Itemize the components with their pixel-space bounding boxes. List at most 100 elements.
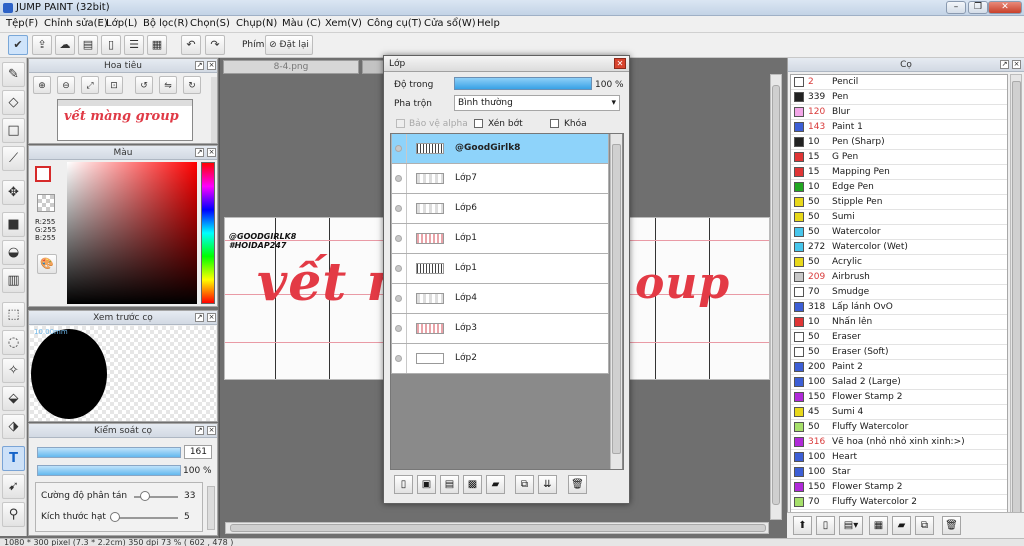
zoom-in-icon[interactable]: ⊕ [33,76,51,94]
comment-icon[interactable]: ☁ [55,35,75,55]
panel-close-icon[interactable]: × [207,313,216,322]
page-icon[interactable]: ▯ [101,35,121,55]
scroll-thumb[interactable] [1012,81,1021,521]
lasso-icon[interactable]: ◌ [2,330,25,355]
visibility-icon[interactable] [395,205,402,212]
brush-item[interactable]: 10 Pen (Sharp) [791,135,1007,150]
brush-item[interactable]: 100 Heart [791,450,1007,465]
grain-slider-track[interactable] [110,517,178,519]
brush-download-icon[interactable]: ⬆ [793,516,812,535]
fit-icon[interactable]: ⤢ [81,76,99,94]
layer-row[interactable]: Lớp2 [391,344,609,374]
visibility-icon[interactable] [395,295,402,302]
rectangle-tool-icon[interactable]: □ [2,118,25,143]
lock-checkbox[interactable] [550,119,559,128]
menu-layer[interactable]: Lớp(L) [106,18,137,29]
brush-settings-scrollbar[interactable] [207,486,215,530]
rotate-left-icon[interactable]: ↺ [135,76,153,94]
brush-item[interactable]: 70 Smudge [791,285,1007,300]
actual-size-icon[interactable]: ⊡ [105,76,123,94]
menu-color[interactable]: Màu (C) [282,18,321,29]
brush-item[interactable]: 15 G Pen [791,150,1007,165]
scroll-thumb[interactable] [612,144,621,454]
brush-item[interactable]: 50 Eraser [791,330,1007,345]
brush-item[interactable]: 10 Edge Pen [791,180,1007,195]
layer-row[interactable]: Lớp1 [391,224,609,254]
select-eraser-icon[interactable]: ⬗ [2,414,25,439]
panel-close-icon[interactable]: × [207,61,216,70]
brush-duplicate-icon[interactable]: ⧉ [915,516,934,535]
flip-icon[interactable]: ⇋ [159,76,177,94]
transparent-swatch[interactable] [37,194,55,212]
brush-item[interactable]: 50 Eraser (Soft) [791,345,1007,360]
blend-mode-select[interactable]: Bình thường ▾ [454,95,620,111]
visibility-icon[interactable] [395,325,402,332]
line-tool-icon[interactable]: ⟋ [2,146,25,171]
brush-size-slider[interactable] [37,447,181,458]
layers-close-icon[interactable]: ✕ [614,58,626,69]
minimize-button[interactable]: – [946,1,966,14]
protect-alpha-checkbox[interactable] [396,119,405,128]
layer-row[interactable]: Lớp1 [391,254,609,284]
panel-close-icon[interactable]: × [207,148,216,157]
eraser-tool-icon[interactable]: ◇ [2,90,25,115]
delete-layer-icon[interactable]: 🗑 [568,475,587,494]
new-folder-icon[interactable]: ▰ [486,475,505,494]
palette-icon[interactable]: 🎨 [37,254,57,274]
reset-button[interactable]: ⊘ Đặt lại [265,35,313,55]
new-layer-icon[interactable]: ▯ [394,475,413,494]
color-picker-area[interactable] [67,162,197,304]
brush-settings-icon[interactable]: ▦ [869,516,888,535]
menu-edit[interactable]: Chỉnh sửa(E) [44,18,108,29]
eyedropper-icon[interactable]: ⚲ [2,502,25,527]
zoom-out-icon[interactable]: ⊖ [57,76,75,94]
operation-tool-icon[interactable]: ➹ [2,474,25,499]
menu-capture[interactable]: Chụp(N) [236,18,277,29]
visibility-icon[interactable] [395,355,402,362]
brush-item[interactable]: 316 Vẽ hoa (nhỏ nhỏ xinh xinh:>) [791,435,1007,450]
layer-row[interactable]: @GoodGirlk8 [391,134,609,164]
layer-row[interactable]: Lớp6 [391,194,609,224]
text-tool-icon[interactable]: T [2,446,25,471]
layer-list-scrollbar[interactable] [610,134,622,469]
check-icon[interactable]: ✔ [8,35,28,55]
merge-layer-icon[interactable]: ⇊ [538,475,557,494]
new-halftone-layer-icon[interactable]: ▩ [463,475,482,494]
brush-delete-icon[interactable]: 🗑 [942,516,961,535]
popout-icon[interactable]: ↗ [1000,60,1009,69]
caption-icon[interactable]: ▤ [78,35,98,55]
brush-item[interactable]: 209 Airbrush [791,270,1007,285]
select-rect-icon[interactable]: ⬚ [2,302,25,327]
list-icon[interactable]: ☰ [124,35,144,55]
popout-icon[interactable]: ↗ [195,426,204,435]
layer-row[interactable]: Lớp4 [391,284,609,314]
redo-icon[interactable]: ↷ [205,35,225,55]
popout-icon[interactable]: ↗ [195,61,204,70]
canvas-vertical-scrollbar[interactable] [770,74,782,520]
brush-item[interactable]: 50 Sumi [791,210,1007,225]
restore-button[interactable]: ❐ [968,1,988,14]
brush-item[interactable]: 150 Flower Stamp 2 [791,480,1007,495]
menu-filter[interactable]: Bộ lọc(R) [143,18,188,29]
layer-row[interactable]: Lớp7 [391,164,609,194]
layer-row[interactable]: Lớp3 [391,314,609,344]
scroll-thumb[interactable] [772,85,780,505]
brush-list-scrollbar[interactable] [1010,74,1022,529]
grain-slider-thumb[interactable] [110,512,120,522]
brush-new-icon[interactable]: ▯ [816,516,835,535]
visibility-icon[interactable] [395,235,402,242]
brush-item[interactable]: 339 Pen [791,90,1007,105]
document-tab[interactable]: 8-4.png [223,60,359,74]
move-tool-icon[interactable]: ✥ [2,180,25,205]
menu-view[interactable]: Xem(V) [325,18,362,29]
scatter-slider-thumb[interactable] [140,491,150,501]
brush-item[interactable]: 2 Pencil [791,75,1007,90]
undo-icon[interactable]: ↶ [181,35,201,55]
clip-checkbox[interactable] [474,119,483,128]
menu-file[interactable]: Tệp(F) [6,18,38,29]
visibility-icon[interactable] [395,145,402,152]
brush-opacity-slider[interactable] [37,465,181,476]
brush-item[interactable]: 150 Flower Stamp 2 [791,390,1007,405]
brush-item[interactable]: 100 Star [791,465,1007,480]
menu-help[interactable]: Help [477,18,500,29]
